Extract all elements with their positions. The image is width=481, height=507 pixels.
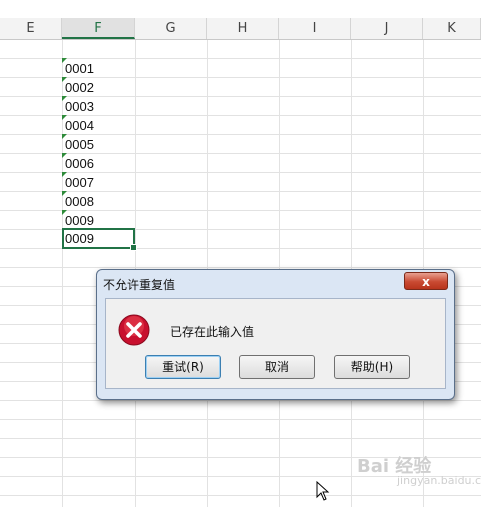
selected-cell[interactable]: 0009 [62, 228, 137, 251]
cell-value: 0009 [65, 213, 94, 228]
cell-f-9[interactable]: 0009 [62, 210, 135, 229]
grid-line [0, 400, 481, 401]
column-header-row: E F G H I J K [0, 18, 481, 40]
column-header-f[interactable]: F [62, 18, 135, 39]
cell-value: 0009 [65, 231, 94, 246]
grid-line [0, 267, 481, 268]
cell-f-3[interactable]: 0003 [62, 96, 135, 115]
grid-line [0, 419, 481, 420]
number-as-text-indicator [62, 77, 67, 82]
cell-f-6[interactable]: 0006 [62, 153, 135, 172]
help-button[interactable]: 帮助(H) [334, 355, 410, 379]
cell-value: 0005 [65, 137, 94, 152]
column-header-k[interactable]: K [423, 18, 481, 39]
cell-value: 0001 [65, 61, 94, 76]
retry-button[interactable]: 重试(R) [145, 355, 221, 379]
grid-line [0, 438, 481, 439]
cell-f-7[interactable]: 0007 [62, 172, 135, 191]
duplicate-value-dialog: 不允许重复值 x 已存在此输入值 重试(R) 取消 帮助(H) [96, 269, 455, 400]
error-x-icon [118, 314, 150, 346]
number-as-text-indicator [62, 96, 67, 101]
cell-f-1[interactable]: 0001 [62, 58, 135, 77]
ribbon-edge [0, 0, 481, 19]
close-button[interactable]: x [404, 272, 448, 290]
close-icon: x [422, 275, 430, 289]
cell-f-8[interactable]: 0008 [62, 191, 135, 210]
dialog-body: 已存在此输入值 重试(R) 取消 帮助(H) [105, 298, 446, 389]
column-header-e[interactable]: E [0, 18, 62, 39]
grid-line [0, 495, 481, 496]
cell-value: 0006 [65, 156, 94, 171]
cell-f-5[interactable]: 0005 [62, 134, 135, 153]
cancel-button[interactable]: 取消 [239, 355, 315, 379]
cell-value: 0003 [65, 99, 94, 114]
number-as-text-indicator [62, 134, 67, 139]
number-as-text-indicator [62, 191, 67, 196]
dialog-title: 不允许重复值 [103, 278, 176, 292]
column-header-i[interactable]: I [279, 18, 351, 39]
number-as-text-indicator [62, 58, 67, 63]
watermark-url: jingyan.baidu.com [397, 474, 481, 487]
column-header-j[interactable]: J [351, 18, 423, 39]
cell-value: 0004 [65, 118, 94, 133]
cell-value: 0007 [65, 175, 94, 190]
column-header-g[interactable]: G [135, 18, 207, 39]
cell-value: 0002 [65, 80, 94, 95]
dialog-message: 已存在此输入值 [170, 325, 255, 339]
fill-handle[interactable] [130, 244, 137, 251]
number-as-text-indicator [62, 153, 67, 158]
number-as-text-indicator [62, 115, 67, 120]
number-as-text-indicator [62, 210, 67, 215]
column-header-h[interactable]: H [207, 18, 279, 39]
mouse-pointer-icon [316, 481, 330, 501]
cell-f-2[interactable]: 0002 [62, 77, 135, 96]
number-as-text-indicator [62, 172, 67, 177]
cell-f-4[interactable]: 0004 [62, 115, 135, 134]
cell-value: 0008 [65, 194, 94, 209]
